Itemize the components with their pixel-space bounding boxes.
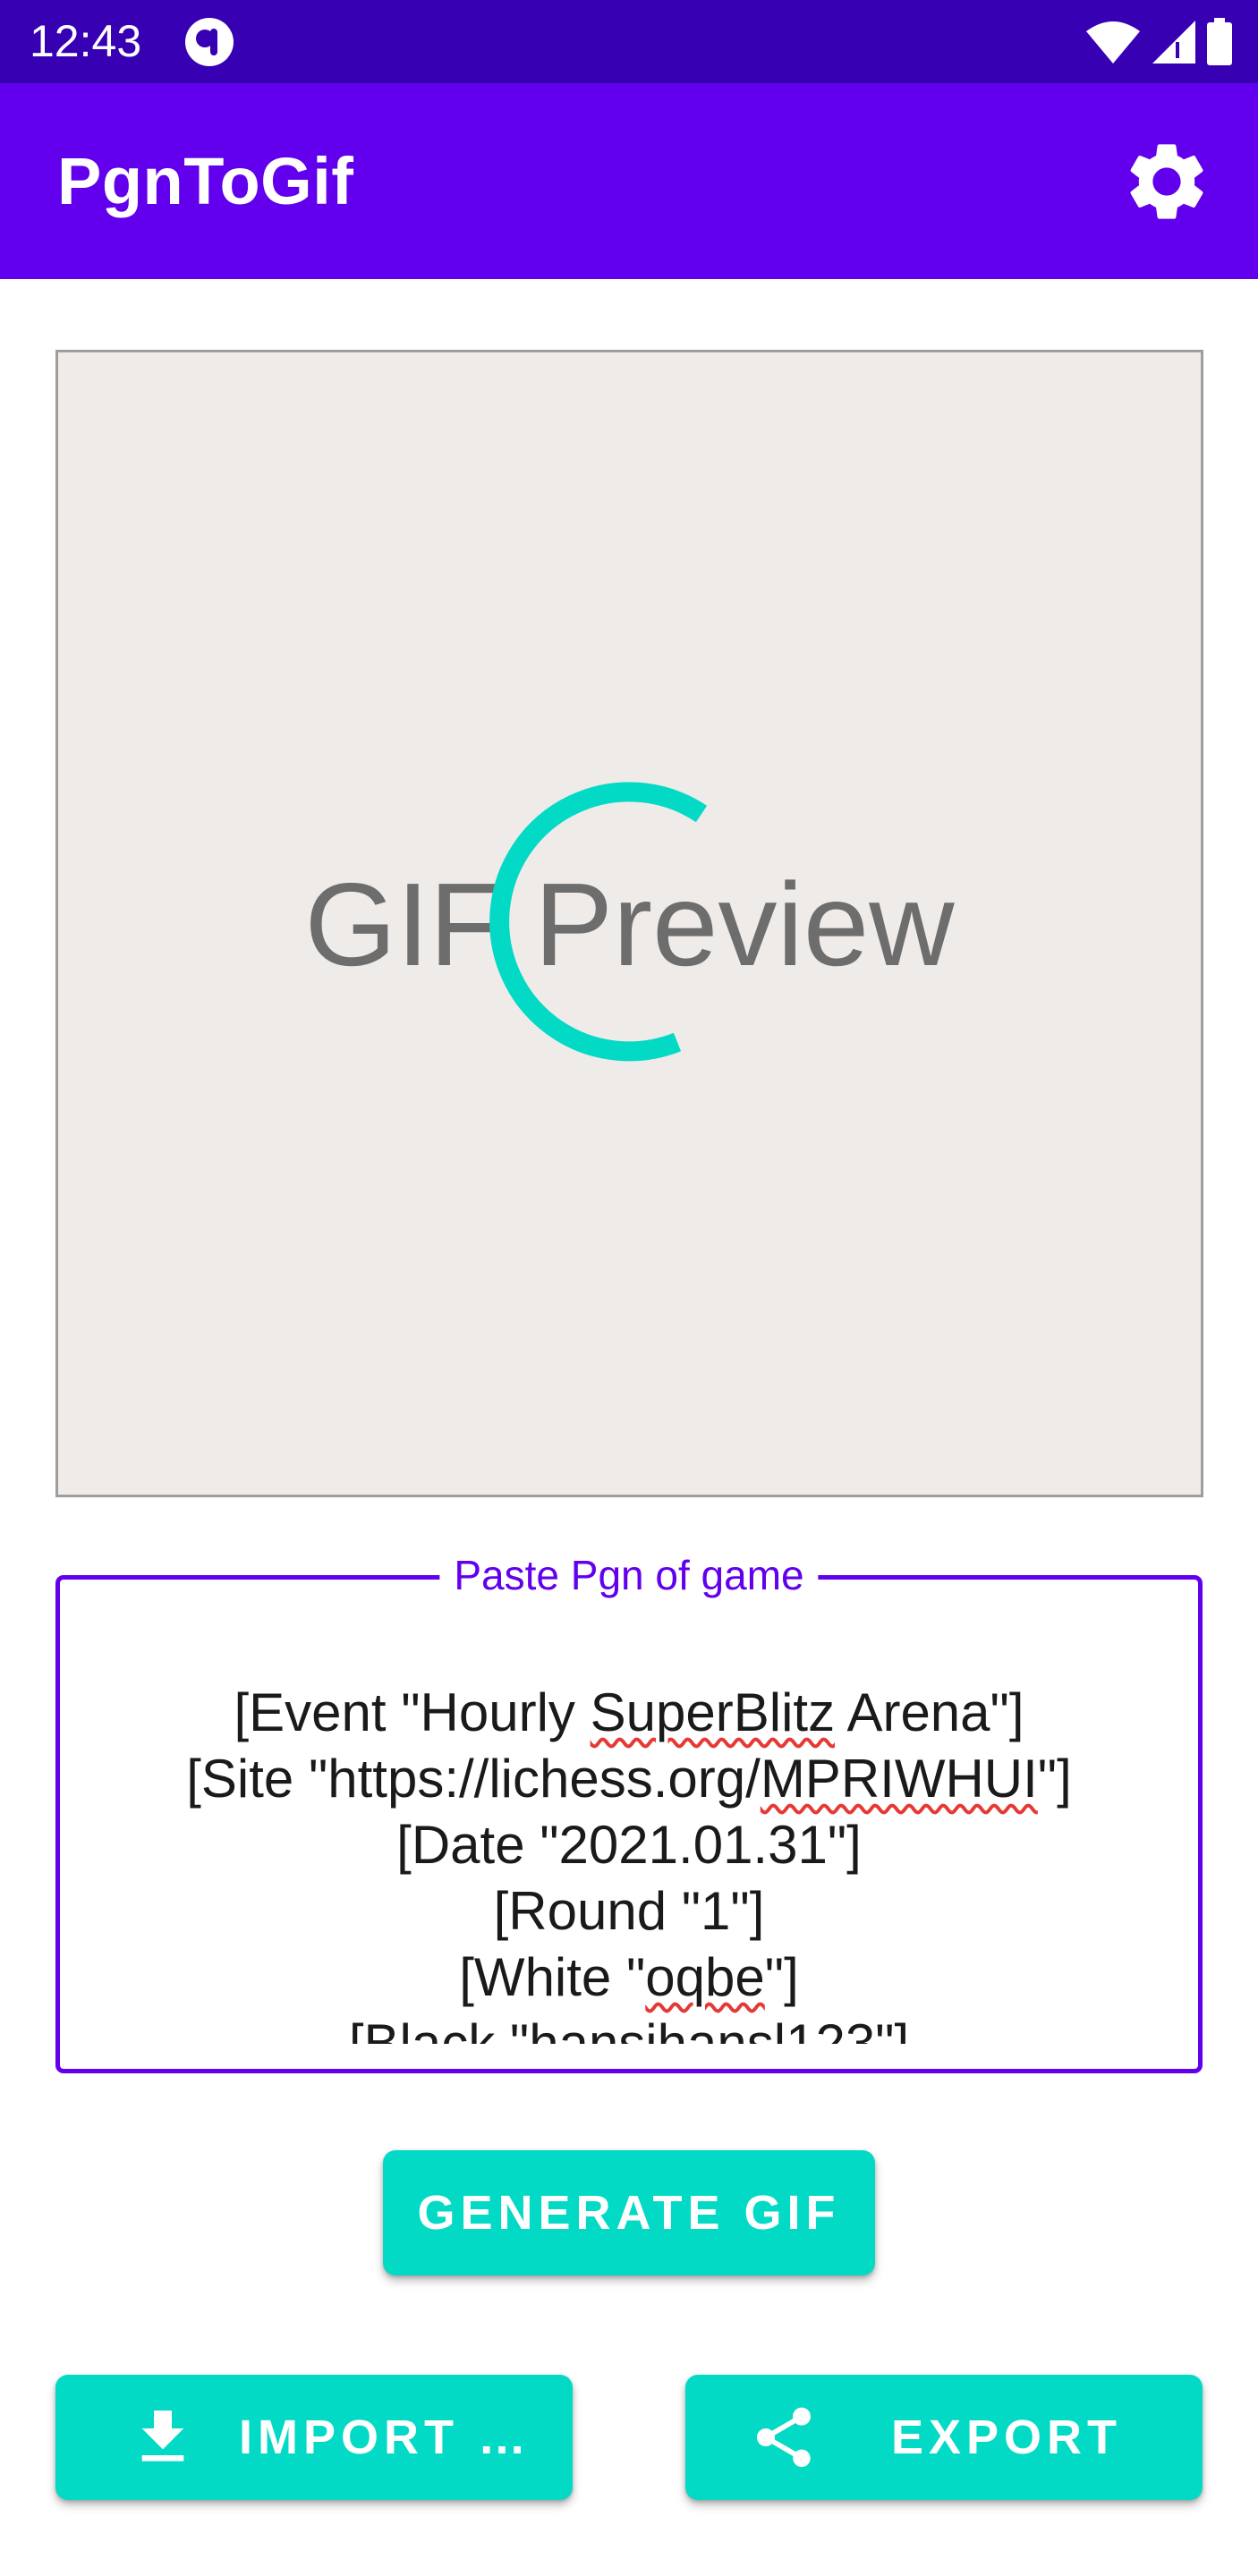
status-time: 12:43 bbox=[30, 16, 142, 66]
import-label: IMPORT … bbox=[239, 2411, 531, 2464]
pgn-input-field[interactable]: Paste Pgn of game [Event "Hourly SuperBl… bbox=[55, 1547, 1203, 2073]
gif-preview: GIF Preview bbox=[55, 350, 1203, 1497]
export-label: EXPORT bbox=[891, 2411, 1123, 2464]
battery-icon bbox=[1207, 18, 1232, 65]
app-title: PgnToGif bbox=[57, 144, 354, 218]
status-icons bbox=[1084, 16, 1233, 68]
import-button[interactable]: IMPORT … bbox=[55, 2375, 573, 2500]
loading-spinner bbox=[489, 782, 708, 1062]
generate-gif-label: GENERATE GIF bbox=[417, 2186, 841, 2240]
cell-signal-icon bbox=[1152, 21, 1195, 64]
pgn-line: [White "oqbe"] bbox=[459, 1947, 799, 2007]
share-icon bbox=[757, 2407, 811, 2468]
pgn-line: [Site "https://lichess.org/MPRIWHUI"] bbox=[186, 1749, 1072, 1809]
pgn-input-text[interactable]: [Event "Hourly SuperBlitz Arena"] [Site … bbox=[60, 1680, 1198, 2044]
app-bar: PgnToGif bbox=[0, 83, 1258, 279]
download-icon bbox=[141, 2411, 184, 2462]
pgn-input-label: Paste Pgn of game bbox=[439, 1547, 819, 1603]
pgn-line: [Black "hansihansl123"] bbox=[348, 2013, 910, 2044]
gear-icon[interactable] bbox=[1120, 135, 1213, 228]
export-button[interactable]: EXPORT bbox=[685, 2375, 1203, 2500]
generate-gif-button[interactable]: GENERATE GIF bbox=[383, 2150, 875, 2275]
pgn-line: [Round "1"] bbox=[493, 1881, 765, 1941]
wifi-icon bbox=[1086, 21, 1140, 64]
pgn-line: [Date "2021.01.31"] bbox=[396, 1815, 862, 1875]
status-bar: 12:43 bbox=[0, 0, 1258, 83]
notification-app-icon bbox=[185, 18, 234, 66]
pgn-line: [Event "Hourly SuperBlitz Arena"] bbox=[234, 1682, 1024, 1742]
